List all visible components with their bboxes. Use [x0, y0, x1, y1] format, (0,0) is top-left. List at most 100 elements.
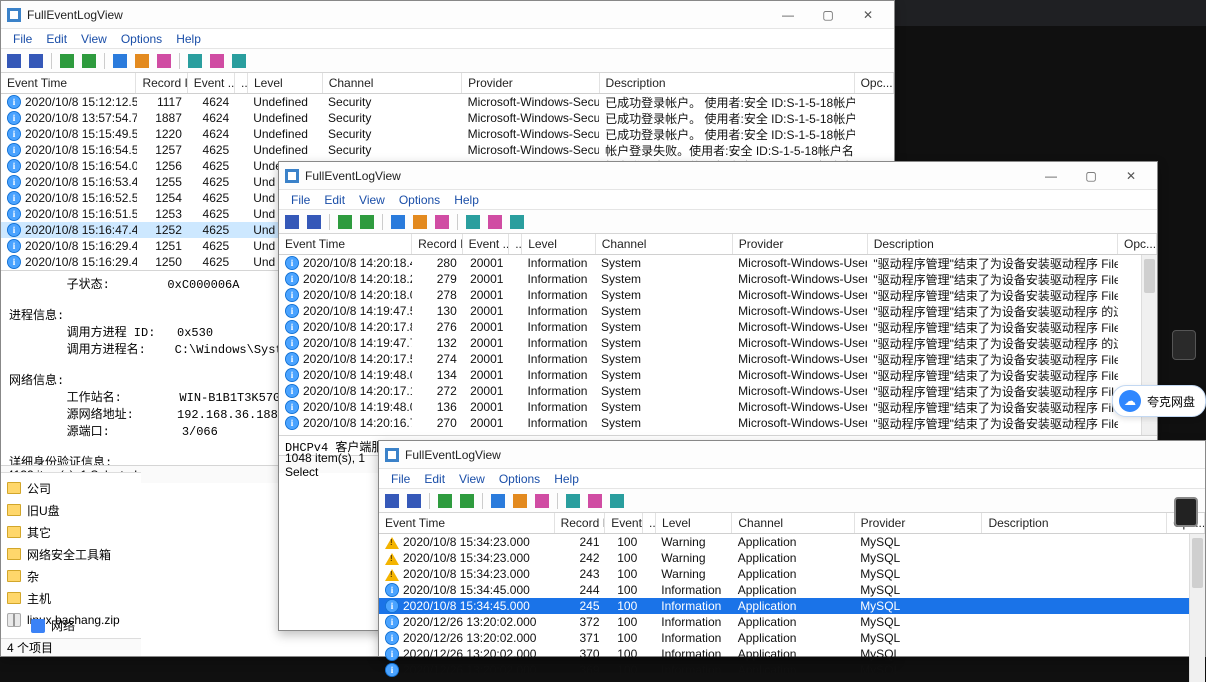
close-button[interactable]: ✕: [1111, 162, 1151, 190]
menu-file[interactable]: File: [385, 472, 416, 486]
table-row[interactable]: 2020/10/8 14:19:47.5..13020001Informatio…: [279, 303, 1157, 319]
refresh-icon[interactable]: [564, 492, 582, 510]
vertical-scrollbar[interactable]: [1189, 534, 1205, 682]
save-icon[interactable]: [383, 492, 401, 510]
save-all-icon[interactable]: [27, 52, 45, 70]
table-row[interactable]: 2020/10/8 15:34:23.000242100WarningAppli…: [379, 550, 1205, 566]
table-row[interactable]: 2020/12/26 13:20:02.000371100Information…: [379, 630, 1205, 646]
report-icon[interactable]: [358, 213, 376, 231]
menu-edit[interactable]: Edit: [318, 193, 351, 207]
export-icon[interactable]: [58, 52, 76, 70]
save-icon[interactable]: [5, 52, 23, 70]
col-header[interactable]: Description: [868, 234, 1118, 254]
report-icon[interactable]: [458, 492, 476, 510]
toolbar[interactable]: [1, 49, 894, 73]
explorer-item[interactable]: 网络安全工具箱: [7, 543, 135, 565]
col-header[interactable]: Provider: [462, 73, 599, 93]
table-row[interactable]: 2020/12/26 13:20:02.000370100Information…: [379, 646, 1205, 662]
menu-options[interactable]: Options: [115, 32, 168, 46]
col-header[interactable]: Channel: [323, 73, 462, 93]
col-header[interactable]: ...: [235, 73, 248, 93]
table-row[interactable]: 2020/12/26 13:20:02.000372100Information…: [379, 614, 1205, 630]
table-header[interactable]: Event TimeRecord IDEvent ......LevelChan…: [279, 234, 1157, 255]
save-all-icon[interactable]: [305, 213, 323, 231]
menu-help[interactable]: Help: [170, 32, 207, 46]
col-header[interactable]: Description: [982, 513, 1167, 533]
options-icon[interactable]: [608, 492, 626, 510]
close-button[interactable]: ✕: [848, 1, 888, 29]
table-row[interactable]: 2020/10/8 14:19:47.7..13220001Informatio…: [279, 335, 1157, 351]
explorer-item[interactable]: 旧U盘: [7, 499, 135, 521]
explorer-item[interactable]: 其它: [7, 521, 135, 543]
col-header[interactable]: Record ID: [555, 513, 606, 533]
col-header[interactable]: Provider: [733, 234, 868, 254]
col-header[interactable]: Level: [522, 234, 596, 254]
menu-edit[interactable]: Edit: [418, 472, 451, 486]
maximize-button[interactable]: ▢: [1071, 162, 1111, 190]
find-icon[interactable]: [155, 52, 173, 70]
table-row[interactable]: 2020/10/8 15:15:49.5..12204624UndefinedS…: [1, 126, 894, 142]
col-header[interactable]: Record ID: [412, 234, 462, 254]
menu-help[interactable]: Help: [448, 193, 485, 207]
table-row[interactable]: 2020/10/8 13:57:54.7..18874624UndefinedS…: [1, 110, 894, 126]
col-header[interactable]: Opc...: [1118, 234, 1157, 254]
col-header[interactable]: ...: [509, 234, 522, 254]
find-icon[interactable]: [433, 213, 451, 231]
refresh-icon[interactable]: [464, 213, 482, 231]
minimize-button[interactable]: —: [1031, 162, 1071, 190]
menu-file[interactable]: File: [285, 193, 316, 207]
report-icon[interactable]: [80, 52, 98, 70]
col-header[interactable]: ...: [643, 513, 656, 533]
find-icon[interactable]: [533, 492, 551, 510]
copy-icon[interactable]: [389, 213, 407, 231]
save-icon[interactable]: [283, 213, 301, 231]
table-header[interactable]: Event TimeRecord IDEvent ......LevelChan…: [379, 513, 1205, 534]
save-all-icon[interactable]: [405, 492, 423, 510]
table-row[interactable]: 2020/10/8 14:20:18.2..27920001Informatio…: [279, 271, 1157, 287]
menubar[interactable]: FileEditViewOptionsHelp: [1, 29, 894, 49]
options-icon[interactable]: [230, 52, 248, 70]
table-row[interactable]: 2020/10/8 15:34:45.000245100InformationA…: [379, 598, 1205, 614]
props-icon[interactable]: [133, 52, 151, 70]
sort-icon[interactable]: [486, 213, 504, 231]
table-row[interactable]: 2020/10/8 14:20:17.8..27620001Informatio…: [279, 319, 1157, 335]
explorer-network[interactable]: 网络: [31, 617, 75, 634]
table-row[interactable]: 2020/10/8 14:20:18.0..27820001Informatio…: [279, 287, 1157, 303]
col-header[interactable]: Event ...: [188, 73, 235, 93]
explorer-sidebar[interactable]: 公司旧U盘其它网络安全工具箱杂主机linux bachang.zip: [1, 472, 141, 638]
table-row[interactable]: 2020/10/8 14:20:17.5..27420001Informatio…: [279, 351, 1157, 367]
col-header[interactable]: Opc...: [855, 73, 894, 93]
event-table[interactable]: 2020/10/8 15:34:23.000241100WarningAppli…: [379, 534, 1205, 682]
menu-options[interactable]: Options: [393, 193, 446, 207]
menu-view[interactable]: View: [75, 32, 113, 46]
refresh-icon[interactable]: [186, 52, 204, 70]
table-header[interactable]: Event TimeRecord IDEvent ......LevelChan…: [1, 73, 894, 94]
table-row[interactable]: 2020/10/8 15:34:23.000241100WarningAppli…: [379, 534, 1205, 550]
props-icon[interactable]: [411, 213, 429, 231]
trash-icon[interactable]: [1174, 497, 1198, 527]
col-header[interactable]: Provider: [855, 513, 983, 533]
col-header[interactable]: Description: [600, 73, 855, 93]
event-table[interactable]: 2020/10/8 14:20:18.4..28020001Informatio…: [279, 255, 1157, 435]
export-icon[interactable]: [436, 492, 454, 510]
minimize-button[interactable]: —: [768, 1, 808, 29]
options-icon[interactable]: [508, 213, 526, 231]
menu-file[interactable]: File: [7, 32, 38, 46]
explorer-item[interactable]: 主机: [7, 587, 135, 609]
col-header[interactable]: Level: [656, 513, 732, 533]
col-header[interactable]: Record ID: [136, 73, 187, 93]
col-header[interactable]: Event Time: [379, 513, 555, 533]
sidebar-gadget[interactable]: [1172, 330, 1196, 360]
menu-edit[interactable]: Edit: [40, 32, 73, 46]
sort-icon[interactable]: [208, 52, 226, 70]
col-header[interactable]: Event ...: [605, 513, 643, 533]
table-row[interactable]: 2020/10/8 14:20:18.4..28020001Informatio…: [279, 255, 1157, 271]
window-fulleventlogview-3[interactable]: FullEventLogView FileEditViewOptionsHelp…: [378, 440, 1206, 657]
copy-icon[interactable]: [489, 492, 507, 510]
col-header[interactable]: Event Time: [279, 234, 412, 254]
menu-view[interactable]: View: [453, 472, 491, 486]
table-row[interactable]: 2020/10/8 15:34:45.000244100InformationA…: [379, 582, 1205, 598]
table-row[interactable]: 2020/12/26 13:20:02.000369100Information…: [379, 662, 1205, 678]
table-row[interactable]: 2020/10/8 14:19:48.0..13620001Informatio…: [279, 399, 1157, 415]
menu-help[interactable]: Help: [548, 472, 585, 486]
